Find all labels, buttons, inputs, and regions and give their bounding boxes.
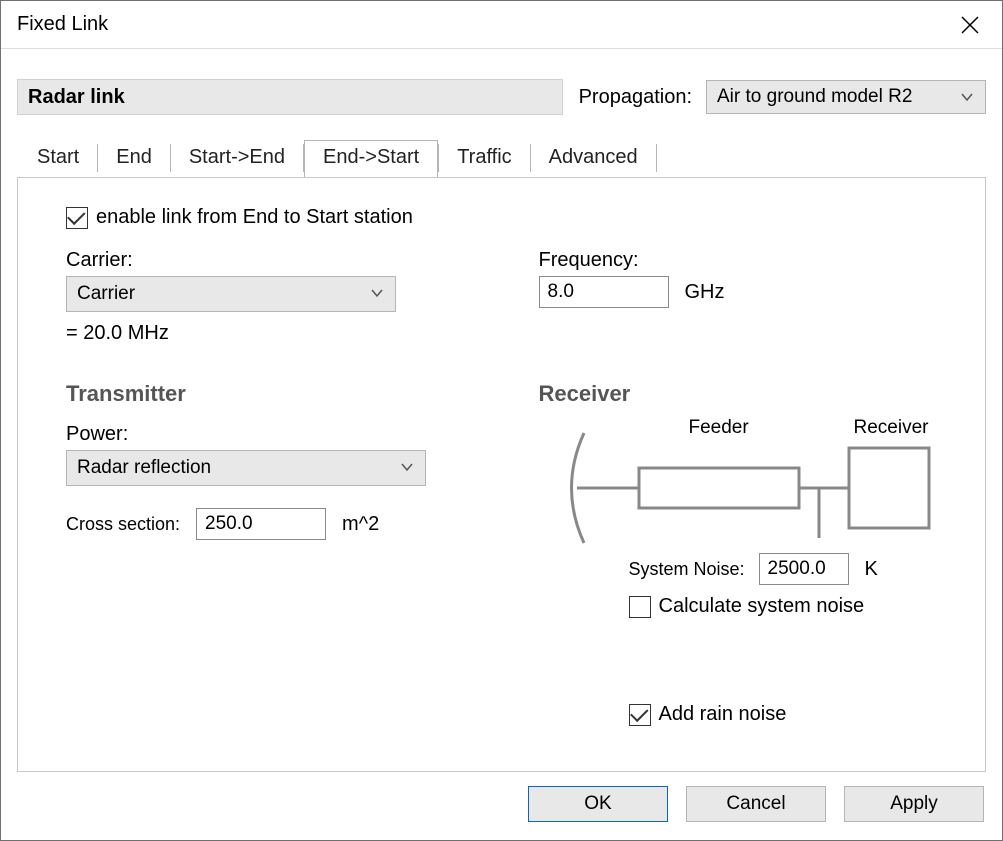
receiver-heading: Receiver xyxy=(539,381,952,407)
tab-end-to-start[interactable]: End->Start xyxy=(304,140,438,178)
enable-link-label: enable link from End to Start station xyxy=(96,206,413,229)
calculate-system-noise-checkbox[interactable] xyxy=(629,596,651,618)
chevron-down-icon xyxy=(959,89,975,105)
power-label: Power: xyxy=(66,423,479,446)
receiver-column: Receiver Feeder Receiver System Noise: xyxy=(539,345,952,746)
cross-section-input[interactable] xyxy=(196,508,326,540)
frequency-label: Frequency: xyxy=(539,249,952,272)
close-button[interactable] xyxy=(952,7,988,43)
calculate-system-noise-label: Calculate system noise xyxy=(659,595,865,618)
carrier-frequency-row: Carrier: Carrier = 20.0 MHz Frequency: G… xyxy=(66,249,951,345)
frequency-unit: GHz xyxy=(685,281,725,304)
tab-start-to-end[interactable]: Start->End xyxy=(171,140,303,177)
enable-link-checkbox-row: enable link from End to Start station xyxy=(66,206,951,229)
close-icon xyxy=(960,15,980,35)
add-rain-noise-checkbox[interactable] xyxy=(629,704,651,726)
chevron-down-icon xyxy=(369,285,385,301)
propagation-select[interactable]: Air to ground model R2 xyxy=(706,80,986,114)
header-row: Radar link Propagation: Air to ground mo… xyxy=(1,49,1002,115)
system-noise-label: System Noise: xyxy=(629,559,745,580)
system-noise-input[interactable] xyxy=(759,553,849,585)
system-noise-unit: K xyxy=(865,558,878,581)
transmitter-column: Transmitter Power: Radar reflection Cros… xyxy=(66,345,479,746)
propagation-label: Propagation: xyxy=(579,86,692,109)
carrier-label: Carrier: xyxy=(66,249,479,272)
transmitter-heading: Transmitter xyxy=(66,381,479,407)
titlebar: Fixed Link xyxy=(1,1,1002,49)
ok-button[interactable]: OK xyxy=(528,786,668,822)
tab-panel-end-to-start: enable link from End to Start station Ca… xyxy=(17,177,986,772)
receiver-diagram: Feeder Receiver System Noise: K Calculat… xyxy=(539,423,952,623)
window-title: Fixed Link xyxy=(17,13,108,36)
carrier-value: Carrier xyxy=(77,283,135,305)
link-name-field[interactable]: Radar link xyxy=(17,79,563,115)
power-select[interactable]: Radar reflection xyxy=(66,450,426,486)
carrier-column: Carrier: Carrier = 20.0 MHz xyxy=(66,249,479,345)
add-rain-noise-label: Add rain noise xyxy=(659,703,787,726)
tab-bar: Start End Start->End End->Start Traffic … xyxy=(1,139,1002,177)
receiver-diagram-svg xyxy=(539,423,959,553)
dialog-footer: OK Cancel Apply xyxy=(1,772,1002,840)
tab-advanced[interactable]: Advanced xyxy=(531,140,656,177)
tab-start[interactable]: Start xyxy=(19,140,97,177)
propagation-value: Air to ground model R2 xyxy=(717,86,912,108)
link-name-value: Radar link xyxy=(28,86,125,109)
enable-link-checkbox[interactable] xyxy=(66,207,88,229)
tab-end[interactable]: End xyxy=(98,140,170,177)
apply-button[interactable]: Apply xyxy=(844,786,984,822)
cross-section-unit: m^2 xyxy=(342,513,379,536)
chevron-down-icon xyxy=(399,459,415,475)
power-value: Radar reflection xyxy=(77,457,211,479)
receiver-box-label: Receiver xyxy=(854,417,929,439)
cross-section-label: Cross section: xyxy=(66,514,180,535)
frequency-column: Frequency: GHz xyxy=(539,249,952,345)
carrier-select[interactable]: Carrier xyxy=(66,276,396,312)
feeder-label: Feeder xyxy=(689,417,749,439)
dialog-fixed-link: Fixed Link Radar link Propagation: Air t… xyxy=(0,0,1003,841)
transmitter-receiver-row: Transmitter Power: Radar reflection Cros… xyxy=(66,345,951,746)
carrier-eq-line: = 20.0 MHz xyxy=(66,322,479,345)
frequency-input[interactable] xyxy=(539,276,669,308)
cancel-button[interactable]: Cancel xyxy=(686,786,826,822)
tab-traffic[interactable]: Traffic xyxy=(439,140,529,177)
